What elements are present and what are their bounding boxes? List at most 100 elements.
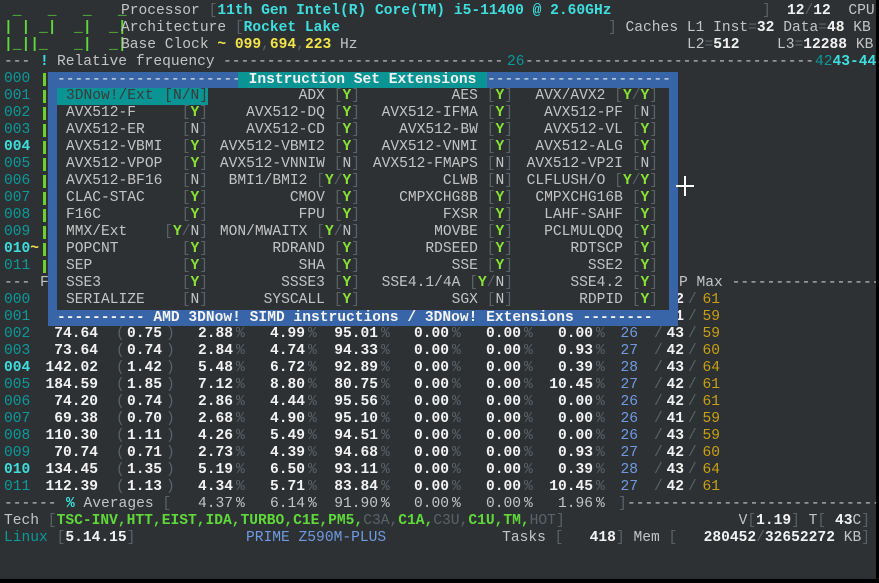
cstate-c6: 0.00 <box>414 445 449 462</box>
extension-item[interactable]: 3DNow!/Ext [N/N] <box>57 88 208 105</box>
temp-value: 43 <box>666 462 684 478</box>
extension-item[interactable]: AVX512-IFMA [Y] <box>360 105 513 122</box>
core-id-label: 007 <box>4 411 31 427</box>
extension-item[interactable]: SGX [N] <box>360 292 513 309</box>
percent-sign: % <box>381 479 390 495</box>
cstate-value: 94.51 <box>334 428 378 444</box>
percent: % <box>596 445 605 462</box>
extension-item[interactable]: PCLMULQDQ [Y] <box>513 224 658 241</box>
extension-item[interactable]: SSE4.2 [Y] <box>513 275 658 292</box>
extension-flag: [N] <box>478 156 513 173</box>
extension-item[interactable]: RDTSCP [Y] <box>513 241 658 258</box>
extension-item[interactable]: SSE3 [Y] <box>57 275 208 292</box>
extension-item[interactable]: AVX512-BF16 [N] <box>57 173 208 190</box>
extension-item[interactable]: RDSEED [Y] <box>360 241 513 258</box>
extension-item[interactable]: AVX512-VNMI [Y] <box>360 139 513 156</box>
extension-label: SSE4.1/4A <box>381 275 461 291</box>
percent: % <box>524 360 533 377</box>
logo-text: | | _| _| _| <box>4 20 127 36</box>
core-id-label: 011 <box>4 258 31 274</box>
scale-low: 26 <box>507 54 525 71</box>
extension-item[interactable]: AVX512-PF [N] <box>513 105 658 122</box>
extension-item[interactable]: CLFLUSH/O [Y/Y] <box>513 173 658 190</box>
frequency-bar <box>43 226 46 239</box>
rule: ----------------------------- <box>627 496 876 512</box>
extension-item[interactable]: SSE [Y] <box>360 258 513 275</box>
cstate-value: 95.01 <box>334 326 378 342</box>
cstate-c7: 0.00 <box>486 394 521 411</box>
extension-item[interactable]: MOVBE [Y] <box>360 224 513 241</box>
paren: ( <box>116 428 125 444</box>
extension-item[interactable]: AVX512-VPOP [Y] <box>57 156 208 173</box>
core-ratio-close: ) <box>166 462 175 479</box>
percent: % <box>236 377 245 394</box>
extension-item[interactable]: AVX512-ER [N] <box>57 122 208 139</box>
extension-item[interactable]: POPCNT [Y] <box>57 241 208 258</box>
extension-item[interactable]: AVX512-FMAPS [N] <box>360 156 513 173</box>
extension-item[interactable]: CLWB [N] <box>360 173 513 190</box>
arch-label: Architecture <box>121 20 227 36</box>
flag-value: Y <box>622 173 632 189</box>
percent-sign: % <box>381 496 390 512</box>
extension-item[interactable]: SSSE3 [Y] <box>208 275 360 292</box>
paren: ) <box>166 462 175 478</box>
extension-item[interactable]: MMX/Ext [Y/N] <box>57 224 208 241</box>
extension-item[interactable]: AVX512-VNNIW [N] <box>208 156 360 173</box>
extension-item[interactable]: CMPXCHG8B [Y] <box>360 190 513 207</box>
cstate-value: 0.00 <box>413 462 449 478</box>
extension-item[interactable]: MON/MWAITX [Y/N] <box>208 224 360 241</box>
extension-item[interactable]: SHA [Y] <box>208 258 360 275</box>
cstate-c1: 4.74 <box>270 343 305 360</box>
core-ratio-close: ) <box>166 326 175 343</box>
extension-flag: [Y/Y] <box>605 173 658 190</box>
cpu-online: 12 <box>787 3 805 19</box>
extension-item[interactable]: ADX [Y] <box>208 88 360 105</box>
extension-item[interactable]: FXSR [Y] <box>360 207 513 224</box>
extension-item[interactable]: CLAC-STAC [Y] <box>57 190 208 207</box>
average-value: 0.00 <box>485 496 521 512</box>
percent: % <box>381 377 390 394</box>
extension-item[interactable]: AVX512-BW [Y] <box>360 122 513 139</box>
temp-current: 43 <box>666 428 684 445</box>
flag-value: Y <box>190 207 200 223</box>
extension-item[interactable]: CMOV [Y] <box>208 190 360 207</box>
temp-current: 42 <box>666 394 684 411</box>
extension-item[interactable]: SEP [Y] <box>57 258 208 275</box>
rule: --------------------------------- <box>525 54 815 70</box>
extension-item[interactable]: SSE2 [Y] <box>513 258 658 275</box>
slash: / <box>654 343 663 360</box>
extension-item[interactable]: AVX/AVX2 [Y/Y] <box>513 88 658 105</box>
extension-label: AVX512-DQ <box>246 105 325 121</box>
extension-item[interactable]: SERIALIZE [N] <box>57 292 208 309</box>
ratio: 0.74 <box>126 343 162 359</box>
extension-item[interactable]: F16C [Y] <box>57 207 208 224</box>
percent: % <box>308 428 317 445</box>
extension-item[interactable]: AVX512-CD [Y] <box>208 122 360 139</box>
extension-item[interactable]: AVX512-DQ [Y] <box>208 105 360 122</box>
extension-item[interactable]: LAHF-SAHF [Y] <box>513 207 658 224</box>
extension-item[interactable]: RDPID [Y] <box>513 292 658 309</box>
extension-label: AVX512-VNNIW <box>219 156 325 172</box>
extension-item[interactable]: AVX512-VP2I [N] <box>513 156 658 173</box>
extension-item[interactable]: FPU [Y] <box>208 207 360 224</box>
core-ratio: 0.70 <box>127 411 162 428</box>
extension-item[interactable]: AES [Y] <box>360 88 513 105</box>
extension-item[interactable]: AVX512-VBMI2 [Y] <box>208 139 360 156</box>
temp-max: 61 <box>702 479 720 496</box>
extension-flag: [Y] <box>325 275 360 292</box>
extension-item[interactable]: SSE4.1/4A [Y/N] <box>360 275 513 292</box>
bracket: ] <box>504 88 513 104</box>
extension-item[interactable]: SYSCALL [Y] <box>208 292 360 309</box>
extension-item[interactable]: RDRAND [Y] <box>208 241 360 258</box>
bracket: ] <box>199 122 208 138</box>
bracket: [ <box>668 530 678 546</box>
extension-item[interactable]: AVX512-VL [Y] <box>513 122 658 139</box>
extension-item[interactable]: AVX512-VBMI [Y] <box>57 139 208 156</box>
extension-item[interactable]: AVX512-ALG [Y] <box>513 139 658 156</box>
slash: / <box>756 530 765 546</box>
extension-item[interactable]: BMI1/BMI2 [Y/Y] <box>208 173 360 190</box>
extension-item[interactable]: AVX512-F [Y] <box>57 105 208 122</box>
cstate-value: 0.00 <box>413 411 449 427</box>
extension-item[interactable]: CMPXCHG16B [Y] <box>513 190 658 207</box>
percent: % <box>308 343 317 360</box>
